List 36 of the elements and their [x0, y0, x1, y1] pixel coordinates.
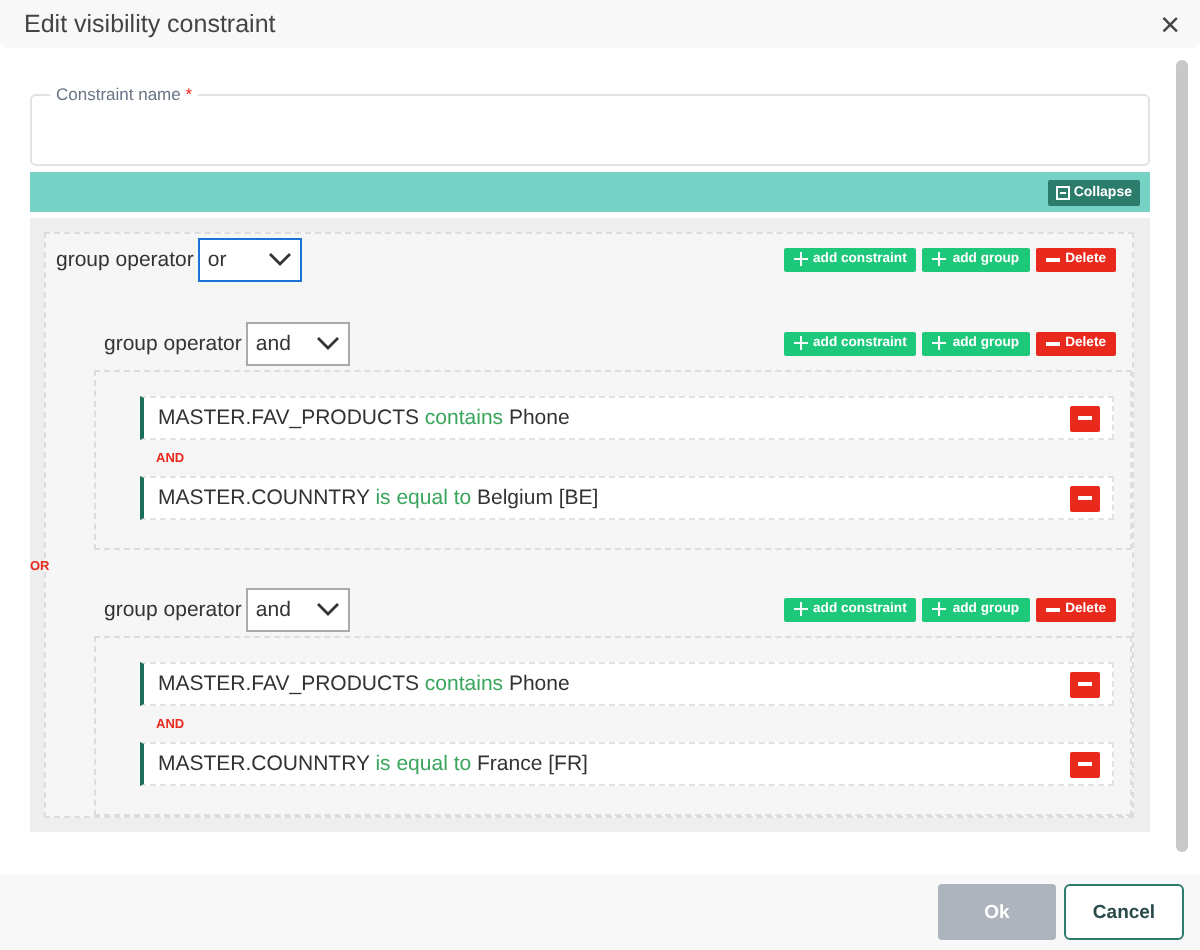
- group-operator-label: group operator: [104, 597, 242, 621]
- plus-icon: [793, 602, 808, 616]
- operator-select[interactable]: and: [245, 587, 350, 631]
- minus-icon: [1045, 341, 1060, 345]
- remove-button[interactable]: [1070, 751, 1100, 777]
- group-operator-label: group operator: [104, 331, 242, 355]
- minus-icon: [1078, 416, 1092, 420]
- constraint-text: MASTER.COUNNTRY is equal to France [FR]: [158, 752, 588, 776]
- minus-icon: [1045, 257, 1060, 261]
- minus-icon: [1078, 762, 1092, 766]
- remove-button[interactable]: [1070, 485, 1100, 511]
- scrollbar[interactable]: [1176, 60, 1188, 852]
- remove-button[interactable]: [1070, 671, 1100, 697]
- plus-icon: [932, 602, 947, 616]
- plus-icon: [932, 252, 947, 266]
- constraint-text: MASTER.FAV_PRODUCTS contains Phone: [158, 406, 570, 430]
- remove-button[interactable]: [1070, 405, 1100, 431]
- minus-icon: [1045, 607, 1060, 611]
- plus-icon: [932, 336, 947, 350]
- group-operator-label: group operator: [56, 247, 194, 271]
- cancel-button[interactable]: Cancel: [1064, 884, 1184, 940]
- collapse-icon: [1055, 185, 1070, 199]
- dialog-title: Edit visibility constraint: [24, 10, 276, 38]
- operator-select[interactable]: or: [197, 237, 302, 281]
- field-label: Constraint name *: [50, 84, 199, 104]
- chevron-down-icon: [267, 252, 292, 266]
- chevron-down-icon: [315, 602, 340, 616]
- constraint-text: MASTER.COUNNTRY is equal to Belgium [BE]: [158, 486, 599, 510]
- minus-icon: [1078, 496, 1092, 500]
- constraint-text: MASTER.FAV_PRODUCTS contains Phone: [158, 672, 570, 696]
- close-button[interactable]: ×: [1160, 7, 1180, 41]
- plus-icon: [793, 252, 808, 266]
- operator-select[interactable]: and: [245, 321, 350, 365]
- plus-icon: [793, 336, 808, 350]
- minus-icon: [1078, 682, 1092, 686]
- chevron-down-icon: [315, 336, 340, 350]
